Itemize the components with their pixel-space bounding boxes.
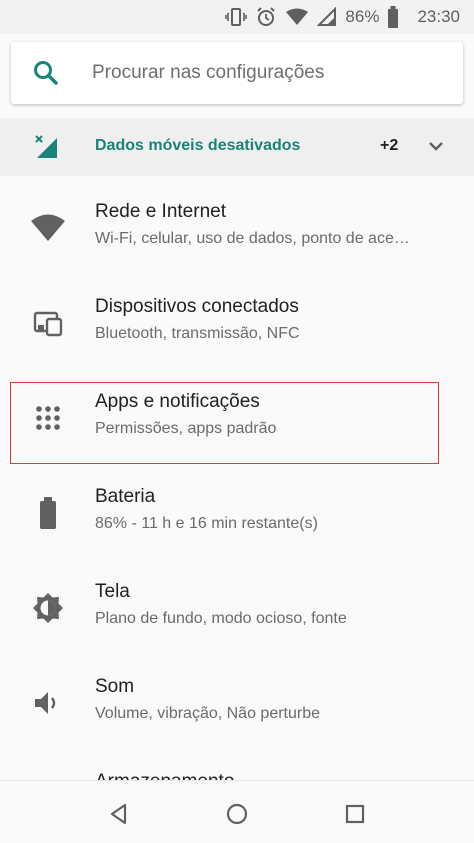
settings-item-subtitle: 86% - 11 h e 16 min restante(s) bbox=[95, 515, 318, 532]
navigation-bar bbox=[0, 780, 474, 842]
settings-item-connected-devices[interactable]: Dispositivos conectados Bluetooth, trans… bbox=[0, 273, 474, 368]
battery-percent: 86% bbox=[345, 7, 380, 26]
wifi-icon bbox=[28, 208, 68, 248]
signal-icon bbox=[317, 7, 337, 26]
search-icon bbox=[33, 60, 59, 86]
brightness-icon bbox=[28, 588, 68, 628]
settings-item-display[interactable]: Tela Plano de fundo, modo ocioso, fonte bbox=[0, 558, 474, 653]
wifi-icon bbox=[286, 8, 309, 25]
home-icon[interactable] bbox=[222, 799, 252, 829]
settings-item-subtitle: Wi-Fi, celular, uso de dados, ponto de a… bbox=[95, 230, 410, 247]
search-placeholder[interactable]: Procurar nas configurações bbox=[92, 62, 324, 84]
banner-count: +2 bbox=[380, 137, 399, 154]
settings-item-title: Tela bbox=[95, 581, 130, 602]
banner-title: Dados móveis desativados bbox=[95, 137, 301, 154]
settings-item-battery[interactable]: Bateria 86% - 11 h e 16 min restante(s) bbox=[0, 463, 474, 558]
mobile-data-off-icon bbox=[34, 134, 60, 165]
settings-item-apps-notifications[interactable]: Apps e notificações Permissões, apps pad… bbox=[0, 368, 474, 463]
settings-item-subtitle: Volume, vibração, Não perturbe bbox=[95, 705, 321, 722]
vibrate-icon bbox=[225, 8, 248, 26]
settings-item-title: Apps e notificações bbox=[95, 391, 260, 412]
suggestion-banner[interactable]: Dados móveis desativados +2 bbox=[0, 118, 474, 176]
devices-icon bbox=[28, 303, 68, 343]
settings-item-title: Bateria bbox=[95, 486, 156, 507]
settings-item-subtitle: Plano de fundo, modo ocioso, fonte bbox=[95, 610, 347, 627]
settings-item-title: Som bbox=[95, 676, 135, 697]
settings-item-subtitle: Permissões, apps padrão bbox=[95, 420, 277, 437]
apps-icon bbox=[28, 398, 68, 438]
volume-icon bbox=[28, 683, 68, 723]
battery-icon bbox=[388, 6, 399, 28]
settings-item-network[interactable]: Rede e Internet Wi-Fi, celular, uso de d… bbox=[0, 178, 474, 273]
back-icon[interactable] bbox=[104, 799, 134, 829]
search-bar[interactable]: Procurar nas configurações bbox=[11, 42, 463, 104]
chevron-down-icon[interactable] bbox=[426, 136, 446, 161]
status-bar: 86% 23:30 bbox=[0, 0, 474, 34]
clock: 23:30 bbox=[417, 7, 460, 26]
settings-item-subtitle: Bluetooth, transmissão, NFC bbox=[95, 325, 300, 342]
alarm-icon bbox=[257, 7, 276, 26]
settings-item-title: Rede e Internet bbox=[95, 201, 226, 222]
settings-item-sound[interactable]: Som Volume, vibração, Não perturbe bbox=[0, 653, 474, 748]
recents-icon[interactable] bbox=[340, 799, 370, 829]
battery-icon bbox=[28, 493, 68, 533]
settings-item-title: Dispositivos conectados bbox=[95, 296, 299, 317]
